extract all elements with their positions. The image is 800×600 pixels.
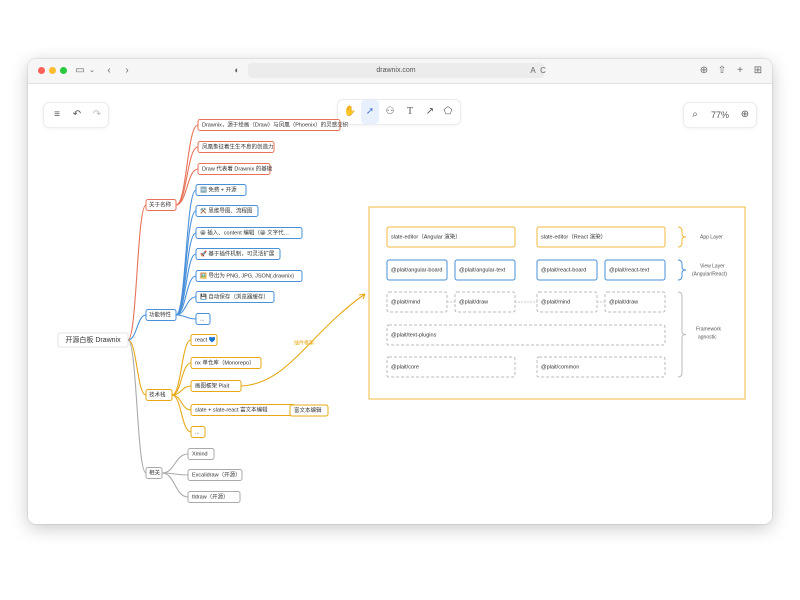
framework-box-label: @plait/mind [391, 299, 420, 305]
framework-core-box-label: @plait/text-plugins [391, 332, 437, 338]
branch-connector [127, 204, 147, 341]
mindmap-item-label: Draw 代表着 Drawnix 的基础 [202, 164, 273, 172]
layer-label: View Layer [700, 263, 725, 269]
branch-connector [127, 339, 147, 474]
layer-label: App Layer [700, 234, 723, 240]
item-connector [175, 232, 197, 316]
url-text: drawnix.com [376, 67, 416, 74]
download-icon[interactable]: ⊕ [698, 63, 710, 78]
url-bar[interactable]: drawnix.com [248, 63, 544, 78]
item-connector [175, 210, 197, 316]
framework-box-label: @plait/draw [609, 299, 638, 305]
mindmap-item-label: 🚀 基于插件机制，可灵活扩展 [200, 249, 275, 257]
view-layer-box-label: @plait/angular-board [391, 267, 442, 273]
layer-sublabel: agnostic [698, 334, 717, 340]
shield-icon: ◐ [234, 65, 240, 75]
mindmap-item-label: ... [195, 429, 200, 435]
branch-node-label: 功能特性 [149, 310, 172, 318]
framework-box-label: @plait/common [541, 364, 579, 370]
item-connector [175, 314, 197, 320]
mindmap-item-label: 🖼️ 导出为 PNG, JPG, JSON(.drawnix) [200, 271, 294, 279]
framework-box-label: @plait/mind [541, 299, 570, 305]
mindmap-item-label: 画图框架 Plait [195, 381, 230, 389]
sidebar-icon[interactable]: ▭ [74, 63, 86, 78]
mindmap-item-label: 💾 自动保存（浏览器缓存） [200, 292, 269, 300]
mindmap-item-label: react 💙 [195, 336, 216, 343]
branch-node-label: 相关 [149, 468, 161, 476]
item-connector [175, 146, 199, 206]
view-layer-box-label: @plait/react-text [609, 267, 650, 273]
back-icon[interactable]: ‹ [104, 63, 114, 78]
board-drawing: 开源白板 Drawnix 关于名称 Drawnix，源于绘画（Draw）与凤凰（Ph… [57, 119, 746, 503]
mindmap-item-label: ... [200, 316, 205, 322]
mindmap-sub-item-label: 富文本编辑 [294, 406, 322, 414]
branch-connector [127, 339, 147, 396]
tabs-icon[interactable]: ⊞ [752, 63, 764, 78]
item-connector [175, 124, 199, 206]
mindmap-item-label: 🆓 免费 + 开源 [200, 185, 237, 193]
link-label: 插件框架 [294, 339, 314, 346]
browser-titlebar: ▭ ⌄ ‹ › ◐ drawnix.com A C ⊕ ⇧ + ⊞ [28, 59, 772, 84]
new-tab-icon[interactable]: + [734, 63, 746, 78]
framework-box-label: @plait/core [391, 364, 419, 370]
whiteboard-canvas[interactable]: ≡ ↶ ↷ ✋ ➚ ⚇ T ↗ ⬠ ⌕ 77% ⊕ 开源白板 Drawnix 关于… [28, 84, 772, 524]
mindmap-item-label: Excalidraw（开源） [192, 470, 241, 478]
mindmap-item-label: ⚒️ 思维导图、流程图 [200, 206, 253, 214]
mindmap-item-label: 😀 插入、content 编辑（😀 文字代… [200, 228, 289, 236]
layer-label: Framework [696, 326, 722, 332]
mindmap-item-label: Drawnix，源于绘画（Draw）与凤凰（Phoenix）的灵感交织 [202, 120, 349, 128]
mindmap-item-label: nx 单仓库（Monorepo） [195, 358, 255, 366]
maximize-window-button[interactable] [60, 67, 67, 74]
framework-box-label: @plait/draw [459, 299, 488, 305]
view-layer-box-label: @plait/react-board [541, 267, 586, 273]
translate-icon[interactable]: A [528, 63, 538, 78]
layer-sublabel: (Angular/React) [692, 271, 727, 277]
mindmap-item-label: tldraw（开源） [192, 492, 229, 500]
mindmap-item-label: 凤凰象征着生生不息的创造力 [202, 142, 274, 150]
item-connector [161, 472, 189, 498]
item-connector [171, 394, 192, 411]
minimize-window-button[interactable] [49, 67, 56, 74]
forward-icon[interactable]: › [122, 63, 132, 78]
refresh-icon[interactable]: C [539, 63, 547, 78]
app-layer-box-label: slate-editor（React 渲染） [541, 232, 606, 240]
mindmap-item-label: slate + slate-react 富文本编辑 [195, 405, 268, 413]
view-layer-box-label: @plait/angular-text [459, 267, 506, 273]
share-icon[interactable]: ⇧ [716, 63, 728, 78]
branch-node-label: 关于名称 [149, 200, 172, 208]
item-connector [161, 453, 189, 474]
app-layer-box-label: slate-editor（Angular 渲染） [391, 232, 461, 240]
browser-window: ▭ ⌄ ‹ › ◐ drawnix.com A C ⊕ ⇧ + ⊞ ≡ ↶ ↷ … [28, 59, 772, 524]
close-window-button[interactable] [38, 67, 45, 74]
mindmap-item-label: Xmind [192, 451, 208, 457]
root-node-label: 开源白板 Drawnix [65, 335, 121, 344]
branch-node-label: 技术栈 [149, 390, 166, 398]
chevron-down-icon[interactable]: ⌄ [88, 63, 96, 78]
item-connector [171, 394, 192, 433]
